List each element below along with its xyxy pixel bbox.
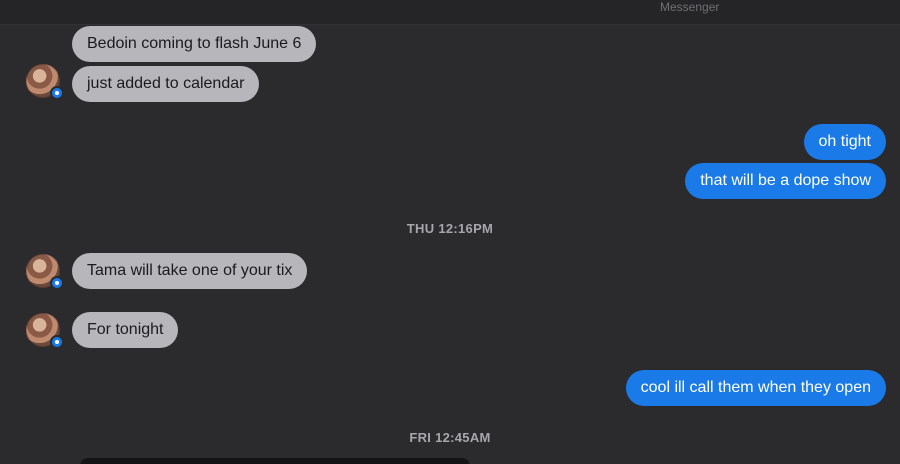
title-divider: [0, 24, 900, 25]
incoming-message[interactable]: For tonight: [72, 312, 179, 348]
messenger-badge-icon: [50, 276, 64, 290]
incoming-message[interactable]: just added to calendar: [72, 66, 260, 102]
incoming-message[interactable]: Bedoin coming to flash June 6: [72, 26, 317, 62]
contact-avatar[interactable]: [26, 254, 64, 290]
app-title: Messenger: [660, 0, 720, 14]
messenger-window: Messenger Bedoin coming to flash June 6 …: [0, 0, 900, 464]
title-bar: Messenger: [0, 0, 900, 25]
contact-avatar[interactable]: [26, 64, 64, 100]
outgoing-message[interactable]: cool ill call them when they open: [625, 370, 886, 406]
timestamp-divider: THU 12:16PM: [406, 221, 494, 236]
timestamp-divider: FRI 12:45AM: [409, 430, 491, 445]
outgoing-message[interactable]: that will be a dope show: [685, 163, 886, 199]
partial-message[interactable]: [80, 458, 470, 464]
incoming-message[interactable]: Tama will take one of your tix: [72, 253, 308, 289]
outgoing-message[interactable]: oh tight: [803, 124, 886, 160]
contact-avatar[interactable]: [26, 313, 64, 349]
messenger-badge-icon: [50, 335, 64, 349]
messenger-badge-icon: [50, 86, 64, 100]
